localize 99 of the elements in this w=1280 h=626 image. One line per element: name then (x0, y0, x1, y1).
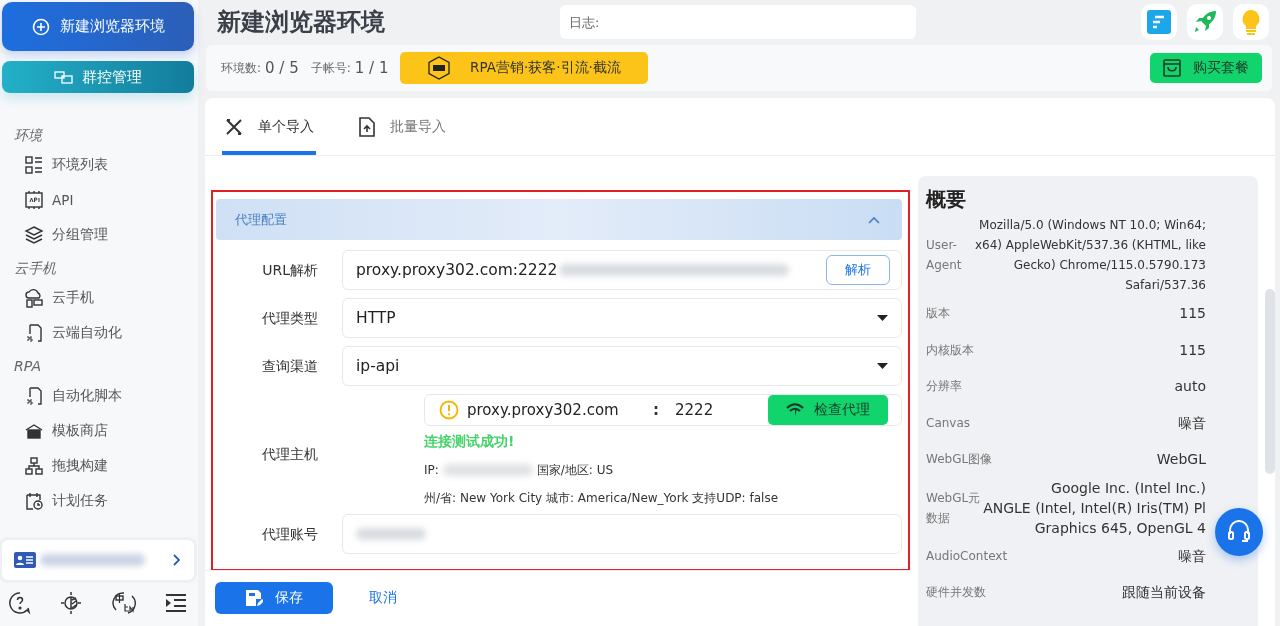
document-icon (1147, 10, 1171, 34)
env-count-label: 环境数: (221, 59, 262, 77)
summary-value: WebGL (1156, 450, 1206, 470)
list-icon (24, 154, 44, 175)
page-title: 新建浏览器环境 (217, 7, 386, 38)
query-channel-select[interactable]: ip-api (342, 346, 902, 386)
help-icon[interactable] (8, 591, 32, 615)
proxy-type-select[interactable]: HTTP (342, 298, 902, 338)
summary-value: Google Inc. (Intel Inc.) ANGLE (Intel, Intel(R) Iris(TM) Pl Graphics 645, OpenGL 4 (983, 478, 1206, 538)
port-value: 2222 (675, 401, 714, 419)
shopping-bag-icon (1163, 59, 1181, 77)
section-title: 代理配置 (235, 210, 287, 229)
account-card[interactable] (2, 540, 194, 580)
summary-value: 115 (1179, 304, 1206, 324)
nav-item[interactable]: 自动化脚本 (14, 378, 194, 413)
host-value: proxy.proxy302.com (467, 401, 620, 419)
id-card-icon (14, 552, 36, 568)
sub-account-count: 1 / 1 (354, 59, 389, 77)
field-label: 代理账号 (261, 525, 318, 544)
summary-value: 噪音 (1178, 546, 1206, 566)
rpa-hexagon-icon (428, 56, 451, 80)
summary-label: 版本 (926, 305, 951, 323)
field-label: URL解析 (261, 261, 318, 280)
cloud-icon (24, 287, 44, 308)
proxy-account-field[interactable] (342, 514, 902, 554)
collapse-menu-icon[interactable] (164, 592, 188, 614)
rpa-promo-button[interactable]: RPA营销·获客·引流·截流 (400, 52, 649, 84)
tree-icon (24, 455, 44, 476)
headset-icon (1227, 519, 1251, 545)
field-label: 代理类型 (261, 309, 318, 328)
ip-label: IP: (424, 462, 439, 479)
language-icon[interactable] (110, 590, 137, 616)
section-heading: 环境 (14, 126, 44, 145)
nav-item[interactable]: 模板商店 (14, 413, 194, 448)
nav-item[interactable]: 分组管理 (14, 217, 194, 252)
calendar-icon (24, 490, 44, 511)
nav-item[interactable]: 云端自动化 (14, 315, 194, 350)
section-heading: 云手机 (14, 259, 57, 278)
plus-circle-icon (31, 17, 50, 36)
rocket-button[interactable] (1187, 4, 1223, 40)
new-browser-button[interactable]: 新建浏览器环境 (2, 2, 194, 51)
summary-label: 分辨率 (926, 378, 963, 396)
summary-value: Mozilla/5.0 (Windows NT 10.0; Win64; x64) AppleWebKit/537.36 (KHTML, like Gecko) Chrome/115.0.5790.173 Safari/537.36 (974, 217, 1206, 294)
summary-label: WebGL元数据 (926, 489, 982, 527)
parse-button[interactable]: 解析 (826, 255, 890, 285)
docs-button[interactable] (1141, 4, 1177, 40)
country-text: 国家/地区: US (536, 462, 614, 479)
check-proxy-button[interactable]: 检查代理 (768, 395, 888, 425)
chevron-up-icon (868, 215, 880, 224)
js-icon (24, 322, 44, 343)
tab[interactable]: 单个导入 (222, 98, 316, 155)
warning-icon (439, 400, 459, 420)
caret-icon (877, 363, 888, 369)
summary-label: WebGL图像 (926, 451, 994, 469)
tab[interactable]: 批量导入 (356, 98, 448, 155)
nav-item[interactable]: 计划任务 (14, 483, 194, 518)
nav-item[interactable]: 云手机 (14, 280, 194, 315)
redacted-text (356, 528, 426, 540)
buy-plan-button[interactable]: 购买套餐 (1150, 53, 1262, 83)
summary-label: User-Agent (926, 237, 963, 274)
nav-item[interactable]: 拖拽构建 (14, 448, 194, 483)
field-label: 代理主机 (261, 445, 318, 464)
summary-label: AudioContext (926, 547, 1009, 565)
sub-account-label: 子帐号: (310, 59, 351, 77)
contrast-icon[interactable] (59, 591, 84, 615)
summary-label: 硬件并发数 (926, 584, 987, 602)
separator: : (653, 401, 660, 419)
chevron-right-icon (172, 554, 180, 566)
success-message: 连接测试成功! (424, 432, 516, 451)
summary-value: 115 (1179, 340, 1206, 360)
url-parse-field[interactable]: proxy.proxy302.com:2222 解析 (342, 250, 902, 290)
scrollbar-thumb[interactable] (1265, 289, 1275, 474)
nav-item[interactable]: API (14, 182, 194, 217)
save-icon (245, 588, 263, 607)
proxy-host-field[interactable]: proxy.proxy302.com : 2222 检查代理 (424, 394, 902, 426)
file-upload-icon (358, 116, 376, 137)
log-field[interactable]: 日志: (560, 5, 916, 39)
summary-value: 噪音 (1178, 413, 1206, 433)
location-text: 州/省: New York City 城市: America/New_York 支持UDP: false (424, 490, 779, 507)
rocket-icon (1192, 9, 1218, 35)
summary-value: 跟随当前设备 (1122, 583, 1206, 603)
group-control-button[interactable]: 群控管理 (2, 61, 194, 93)
layers-icon (24, 224, 44, 245)
api-icon (24, 189, 44, 210)
env-count: 0 / 5 (265, 59, 299, 77)
monitors-icon (54, 70, 74, 84)
nav-item[interactable]: 环境列表 (14, 147, 194, 182)
field-label: 查询渠道 (261, 357, 318, 376)
js-icon (24, 385, 44, 406)
signal-icon (786, 403, 804, 417)
summary-label: Canvas (926, 414, 972, 432)
section-heading: RPA (14, 357, 43, 376)
caret-icon (877, 315, 888, 321)
cancel-link[interactable]: 取消 (363, 587, 403, 608)
summary-label: 内核版本 (926, 341, 975, 359)
summary-value: auto (1174, 377, 1206, 397)
save-button[interactable]: 保存 (215, 581, 333, 614)
lightbulb-icon (1240, 9, 1262, 35)
summary-title: 概要 (926, 186, 967, 213)
